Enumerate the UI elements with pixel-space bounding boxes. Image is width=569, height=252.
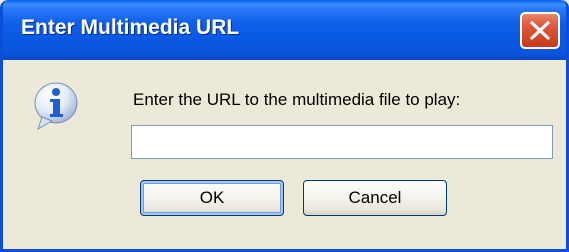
cancel-button[interactable]: Cancel [303,180,447,216]
title-bar[interactable]: Enter Multimedia URL [3,0,566,60]
info-icon [32,81,80,131]
close-icon [530,21,550,40]
window-title: Enter Multimedia URL [21,16,240,39]
prompt-label: Enter the URL to the multimedia file to … [133,90,461,109]
ok-button[interactable]: OK [140,180,284,216]
close-button[interactable] [520,12,560,49]
url-input[interactable] [131,125,553,159]
dialog-window: Enter Multimedia URL Enter the URL to th… [0,0,569,252]
